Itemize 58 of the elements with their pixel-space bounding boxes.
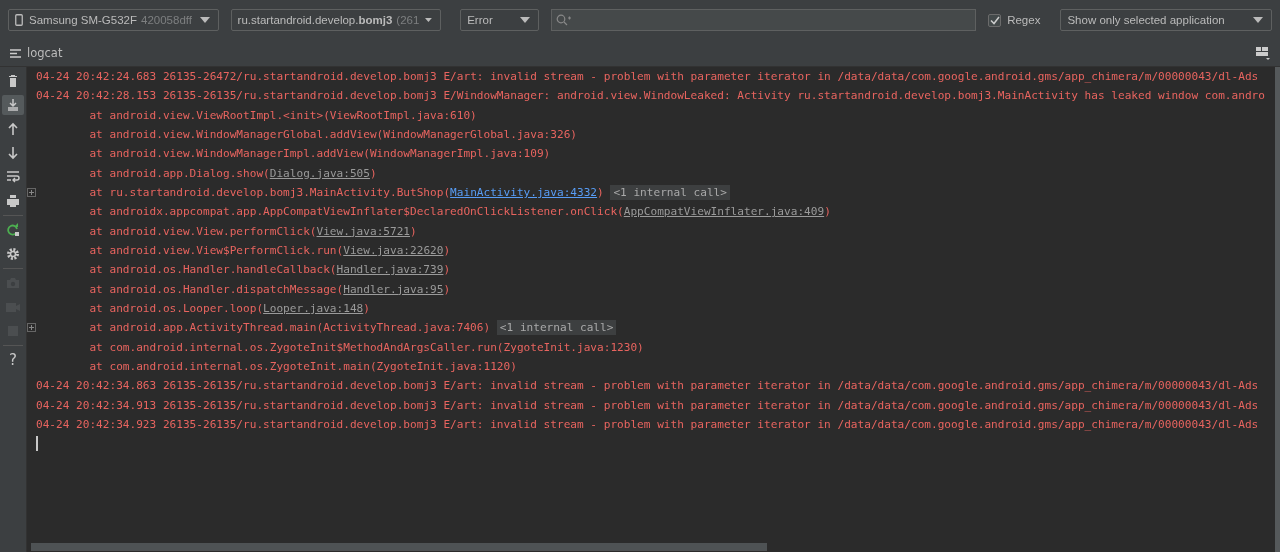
search-field[interactable] bbox=[551, 9, 977, 31]
help-button[interactable]: ? bbox=[2, 350, 24, 370]
source-link[interactable]: View.java:5721 bbox=[316, 224, 411, 238]
internal-call-badge[interactable]: <1 internal call> bbox=[496, 320, 617, 336]
settings-icon bbox=[5, 246, 21, 262]
scroll-end-icon bbox=[5, 97, 21, 113]
stack-trace-line: at com.android.internal.os.ZygoteInit$MethodAndArgsCaller.run(ZygoteInit.java:1230) bbox=[88, 340, 644, 354]
filter-dropdown[interactable]: Show only selected application bbox=[1060, 9, 1272, 31]
expand-icon[interactable] bbox=[27, 323, 36, 333]
text-cursor bbox=[36, 436, 38, 452]
log-entry: 04-24 20:42:34.913 26135-26135/ru.startandroid.develop.bomj3 E/art: invalid stream - problem with parameter iterator in /data/data/com.google.android.gms/app_chimera/m/00000043/dl-Ads bbox=[36, 398, 1259, 412]
scroll-end-button[interactable] bbox=[2, 95, 24, 115]
restart-icon bbox=[5, 222, 21, 238]
phone-icon bbox=[15, 14, 23, 26]
regex-label: Regex bbox=[1007, 14, 1041, 26]
internal-call-badge[interactable]: <1 internal call> bbox=[610, 185, 730, 201]
print-icon bbox=[5, 193, 21, 209]
source-link[interactable]: Looper.java:148 bbox=[263, 302, 364, 316]
panel-title: logcat bbox=[27, 46, 63, 60]
log-entry: 04-24 20:42:34.863 26135-26135/ru.startandroid.develop.bomj3 E/art: invalid stream - problem with parameter iterator in /data/data/com.google.android.gms/app_chimera/m/00000043/dl-Ads bbox=[36, 379, 1259, 393]
wrap-icon bbox=[5, 169, 21, 185]
stack-trace-line: at ru.startandroid.develop.bomj3.MainActivity.ButShop(MainActivity.java:4332) bbox=[88, 186, 604, 200]
stack-trace-line: at android.view.WindowManagerGlobal.addView(WindowManagerGlobal.java:326) bbox=[88, 128, 577, 142]
stack-trace-line: at android.view.View.performClick(View.java:5721) bbox=[88, 224, 417, 238]
stack-trace-line: at android.os.Handler.handleCallback(Handler.java:739) bbox=[88, 263, 451, 277]
stack-trace-line: at androidx.appcompat.app.AppCompatViewInflater$DeclaredOnClickListener.onClick(AppCompatViewInflater.java:409) bbox=[88, 205, 831, 219]
device-dropdown[interactable]: Samsung SM-G532F 420058dff bbox=[8, 9, 219, 31]
down-icon bbox=[5, 145, 21, 161]
stack-trace-line: at android.view.View$PerformClick.run(View.java:22620) bbox=[88, 244, 451, 258]
log-level-dropdown[interactable]: Error bbox=[460, 9, 540, 31]
log-entry: 04-24 20:42:24.683 26135-26472/ru.startandroid.develop.bomj3 E/art: invalid stream - problem with parameter iterator in /data/data/com.google.android.gms/app_chimera/m/00000043/dl-Ads bbox=[36, 70, 1259, 84]
caret-icon bbox=[1253, 17, 1263, 23]
vertical-scrollbar[interactable] bbox=[1275, 67, 1280, 552]
source-link[interactable]: Handler.java:95 bbox=[343, 282, 444, 296]
stack-trace-line: at android.os.Looper.loop(Looper.java:148) bbox=[88, 302, 370, 316]
stack-trace-line: at com.android.internal.os.ZygoteInit.main(ZygoteInit.java:1120) bbox=[88, 360, 517, 374]
stack-trace-line: at android.view.WindowManagerImpl.addView(WindowManagerImpl.java:109) bbox=[88, 147, 551, 161]
log-entry: 04-24 20:42:28.153 26135-26135/ru.startandroid.develop.bomj3 E/WindowManager: android.view.WindowLeaked: Activity ru.startandroid.develop.bomj3.MainActivity has leaked window com.andro bbox=[36, 89, 1265, 103]
caret-icon bbox=[199, 17, 210, 23]
process-dropdown[interactable]: ru.startandroid.develop.bomj3 (261 bbox=[230, 9, 442, 31]
expand-icon[interactable] bbox=[27, 188, 36, 198]
search-icon bbox=[556, 14, 573, 26]
stack-trace-line: at android.app.ActivityThread.main(ActivityThread.java:7406) bbox=[88, 321, 491, 335]
source-link[interactable]: AppCompatViewInflater.java:409 bbox=[623, 205, 825, 219]
stack-trace-line: at android.os.Handler.dispatchMessage(Handler.java:95) bbox=[88, 282, 451, 296]
caret-icon bbox=[425, 17, 433, 23]
lines-icon bbox=[10, 48, 21, 58]
scrollbar-thumb[interactable] bbox=[31, 542, 767, 551]
stack-trace-line: at android.view.ViewRootImpl.<init>(ViewRootImpl.java:610) bbox=[88, 108, 477, 122]
source-link[interactable]: MainActivity.java:4332 bbox=[450, 186, 598, 200]
source-link[interactable]: Dialog.java:505 bbox=[269, 166, 370, 180]
source-link[interactable]: Handler.java:739 bbox=[336, 263, 444, 277]
log-entry: 04-24 20:42:34.923 26135-26135/ru.startandroid.develop.bomj3 E/art: invalid stream - problem with parameter iterator in /data/data/com.google.android.gms/app_chimera/m/00000043/dl-Ads bbox=[36, 418, 1259, 432]
stack-trace-line: at android.app.Dialog.show(Dialog.java:505) bbox=[88, 166, 377, 180]
caret-icon bbox=[520, 17, 531, 23]
layout-icon[interactable] bbox=[1256, 46, 1270, 60]
regex-checkbox[interactable] bbox=[988, 13, 1002, 27]
source-link[interactable]: View.java:22620 bbox=[343, 244, 444, 258]
